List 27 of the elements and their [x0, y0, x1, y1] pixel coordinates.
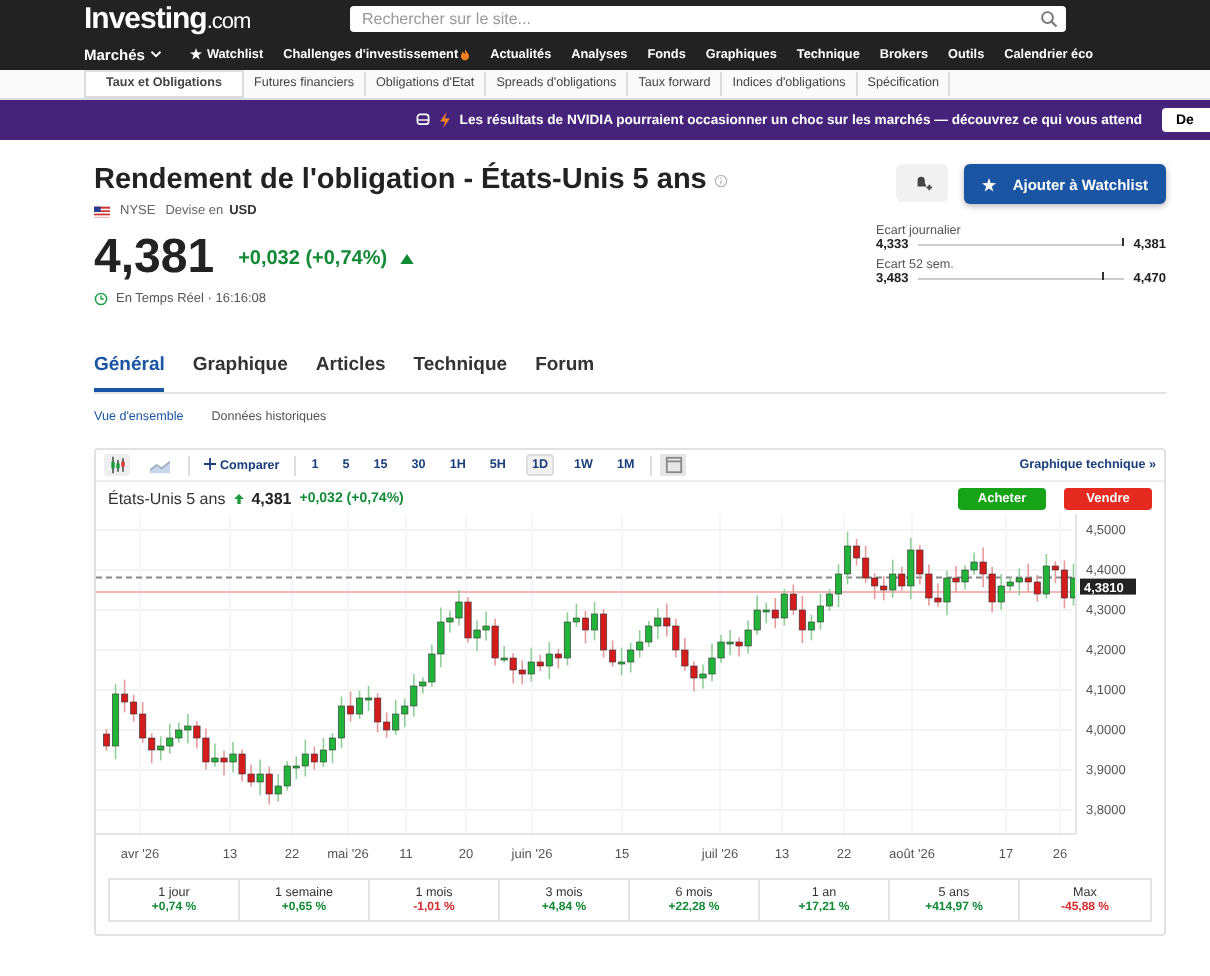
quote-price: 4,381: [251, 489, 292, 507]
section-tab[interactable]: Graphique: [192, 354, 288, 392]
search-field[interactable]: Rechercher sur le site...: [350, 6, 1066, 32]
star-icon: [190, 48, 203, 60]
caret-icon: [150, 50, 163, 58]
section-tab[interactable]: Technique: [413, 354, 508, 392]
up-arrow-icon: [233, 493, 244, 503]
search-icon: [1040, 10, 1058, 28]
fire-icon: [460, 47, 471, 61]
investing-logo[interactable]: Investing.com: [84, 2, 350, 36]
clock-icon: [94, 292, 108, 306]
lightning-icon: [437, 112, 452, 128]
alert-button[interactable]: [896, 164, 949, 202]
section-tab[interactable]: Général: [94, 354, 165, 392]
quote-name: États-Unis 5 ans: [108, 489, 226, 507]
price-change: +0,032 (+0,74%): [238, 247, 388, 269]
plus-icon: [204, 457, 216, 470]
layout-icon[interactable]: [660, 454, 687, 476]
info-icon[interactable]: [714, 173, 729, 187]
section-tab[interactable]: Forum: [535, 354, 595, 392]
star-icon: [982, 177, 997, 191]
instrument-title: Rendement de l'obligation - États-Unis 5 ans: [94, 164, 707, 196]
bell-icon: [913, 174, 932, 192]
candlestick-icon[interactable]: [104, 454, 130, 476]
section-tab[interactable]: Articles: [315, 354, 386, 392]
flag-icon: [94, 205, 110, 217]
price-value: 4,381: [94, 230, 215, 286]
